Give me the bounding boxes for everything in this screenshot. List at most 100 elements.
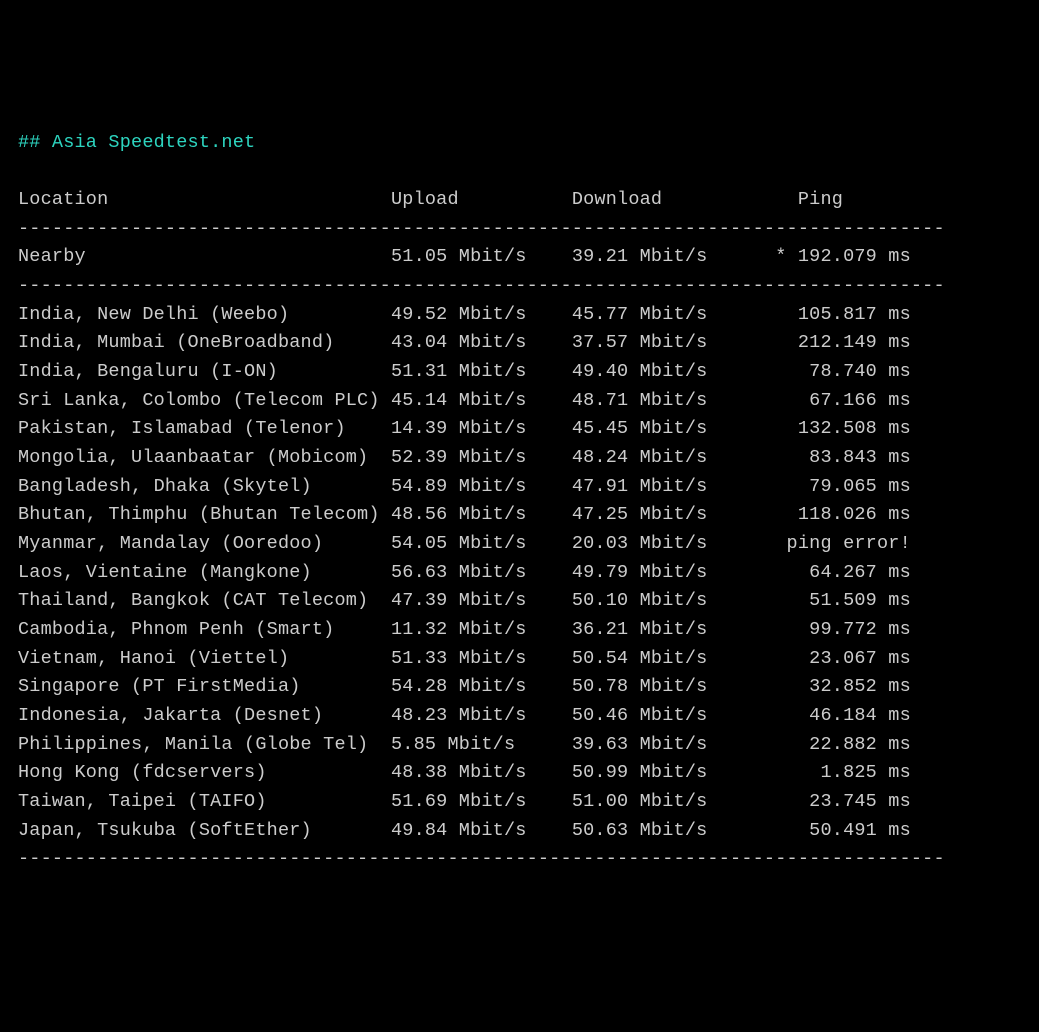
table-row: Thailand, Bangkok (CAT Telecom) 47.39 Mb… [18, 590, 911, 611]
table-row: Singapore (PT FirstMedia) 54.28 Mbit/s 5… [18, 676, 911, 697]
table-row: Sri Lanka, Colombo (Telecom PLC) 45.14 M… [18, 390, 911, 411]
row-download: 36.21 Mbit/s [572, 619, 764, 640]
row-download: 50.54 Mbit/s [572, 648, 764, 669]
row-ping: 99.772 ms [764, 619, 911, 640]
row-download: 50.10 Mbit/s [572, 590, 764, 611]
row-download: 47.91 Mbit/s [572, 476, 764, 497]
row-ping: 67.166 ms [764, 390, 911, 411]
table-row: Cambodia, Phnom Penh (Smart) 11.32 Mbit/… [18, 619, 911, 640]
row-location: Singapore (PT FirstMedia) [18, 676, 391, 697]
table-row: India, Bengaluru (I-ON) 51.31 Mbit/s 49.… [18, 361, 911, 382]
divider: ----------------------------------------… [18, 275, 945, 296]
row-ping: 132.508 ms [764, 418, 911, 439]
table-row: Myanmar, Mandalay (Ooredoo) 54.05 Mbit/s… [18, 533, 911, 554]
row-location: Mongolia, Ulaanbaatar (Mobicom) [18, 447, 391, 468]
row-upload: 49.84 Mbit/s [391, 820, 572, 841]
row-ping: 105.817 ms [764, 304, 911, 325]
row-upload: 51.69 Mbit/s [391, 791, 572, 812]
row-location: Indonesia, Jakarta (Desnet) [18, 705, 391, 726]
divider: ----------------------------------------… [18, 218, 945, 239]
row-location: Philippines, Manila (Globe Tel) [18, 734, 391, 755]
table-row: Taiwan, Taipei (TAIFO) 51.69 Mbit/s 51.0… [18, 791, 911, 812]
nearby-location: Nearby [18, 246, 391, 267]
row-ping: 23.745 ms [764, 791, 911, 812]
row-upload: 48.56 Mbit/s [391, 504, 572, 525]
table-row: Pakistan, Islamabad (Telenor) 14.39 Mbit… [18, 418, 911, 439]
row-ping: 22.882 ms [764, 734, 911, 755]
row-download: 50.63 Mbit/s [572, 820, 764, 841]
row-upload: 51.31 Mbit/s [391, 361, 572, 382]
row-upload: 51.33 Mbit/s [391, 648, 572, 669]
row-ping: 118.026 ms [764, 504, 911, 525]
row-location: Thailand, Bangkok (CAT Telecom) [18, 590, 391, 611]
row-location: Laos, Vientaine (Mangkone) [18, 562, 391, 583]
row-upload: 14.39 Mbit/s [391, 418, 572, 439]
row-location: Japan, Tsukuba (SoftEther) [18, 820, 391, 841]
row-download: 45.77 Mbit/s [572, 304, 764, 325]
row-download: 47.25 Mbit/s [572, 504, 764, 525]
row-download: 48.24 Mbit/s [572, 447, 764, 468]
table-row: Indonesia, Jakarta (Desnet) 48.23 Mbit/s… [18, 705, 911, 726]
nearby-download: 39.21 Mbit/s [572, 246, 764, 267]
row-upload: 52.39 Mbit/s [391, 447, 572, 468]
row-upload: 45.14 Mbit/s [391, 390, 572, 411]
row-location: Pakistan, Islamabad (Telenor) [18, 418, 391, 439]
row-location: Hong Kong (fdcservers) [18, 762, 391, 783]
row-location: India, New Delhi (Weebo) [18, 304, 391, 325]
row-upload: 54.28 Mbit/s [391, 676, 572, 697]
header-upload: Upload [391, 189, 572, 210]
row-location: Taiwan, Taipei (TAIFO) [18, 791, 391, 812]
row-upload: 5.85 Mbit/s [391, 734, 572, 755]
row-download: 49.40 Mbit/s [572, 361, 764, 382]
row-download: 50.78 Mbit/s [572, 676, 764, 697]
row-location: Sri Lanka, Colombo (Telecom PLC) [18, 390, 391, 411]
table-row: Philippines, Manila (Globe Tel) 5.85 Mbi… [18, 734, 911, 755]
row-ping: 83.843 ms [764, 447, 911, 468]
row-download: 20.03 Mbit/s [572, 533, 764, 554]
row-upload: 48.38 Mbit/s [391, 762, 572, 783]
divider: ----------------------------------------… [18, 848, 945, 869]
row-location: Myanmar, Mandalay (Ooredoo) [18, 533, 391, 554]
table-row: Hong Kong (fdcservers) 48.38 Mbit/s 50.9… [18, 762, 911, 783]
row-ping: 50.491 ms [764, 820, 911, 841]
row-location: Bhutan, Thimphu (Bhutan Telecom) [18, 504, 391, 525]
row-location: Bangladesh, Dhaka (Skytel) [18, 476, 391, 497]
table-row: Bangladesh, Dhaka (Skytel) 54.89 Mbit/s … [18, 476, 911, 497]
row-location: Vietnam, Hanoi (Viettel) [18, 648, 391, 669]
row-upload: 54.05 Mbit/s [391, 533, 572, 554]
nearby-row: Nearby 51.05 Mbit/s 39.21 Mbit/s * 192.0… [18, 246, 911, 267]
row-ping: 78.740 ms [764, 361, 911, 382]
row-ping: 64.267 ms [764, 562, 911, 583]
row-upload: 54.89 Mbit/s [391, 476, 572, 497]
row-upload: 48.23 Mbit/s [391, 705, 572, 726]
row-upload: 47.39 Mbit/s [391, 590, 572, 611]
header-download: Download [572, 189, 764, 210]
row-download: 45.45 Mbit/s [572, 418, 764, 439]
nearby-upload: 51.05 Mbit/s [391, 246, 572, 267]
row-download: 39.63 Mbit/s [572, 734, 764, 755]
row-ping: 23.067 ms [764, 648, 911, 669]
header-location: Location [18, 189, 391, 210]
row-download: 51.00 Mbit/s [572, 791, 764, 812]
row-ping: 32.852 ms [764, 676, 911, 697]
table-row: Bhutan, Thimphu (Bhutan Telecom) 48.56 M… [18, 504, 911, 525]
row-download: 48.71 Mbit/s [572, 390, 764, 411]
row-ping: 79.065 ms [764, 476, 911, 497]
table-row: India, Mumbai (OneBroadband) 43.04 Mbit/… [18, 332, 911, 353]
row-download: 50.46 Mbit/s [572, 705, 764, 726]
row-ping: 212.149 ms [764, 332, 911, 353]
nearby-ping: * 192.079 ms [764, 246, 911, 267]
terminal-output: ## Asia Speedtest.net Location Upload Do… [18, 129, 1021, 874]
row-ping: ping error! [764, 533, 911, 554]
row-download: 49.79 Mbit/s [572, 562, 764, 583]
header-ping: Ping [764, 189, 843, 210]
table-row: Vietnam, Hanoi (Viettel) 51.33 Mbit/s 50… [18, 648, 911, 669]
row-ping: 1.825 ms [764, 762, 911, 783]
row-upload: 49.52 Mbit/s [391, 304, 572, 325]
section-title: ## Asia Speedtest.net [18, 132, 255, 153]
table-row: India, New Delhi (Weebo) 49.52 Mbit/s 45… [18, 304, 911, 325]
table-row: Mongolia, Ulaanbaatar (Mobicom) 52.39 Mb… [18, 447, 911, 468]
row-ping: 51.509 ms [764, 590, 911, 611]
row-upload: 11.32 Mbit/s [391, 619, 572, 640]
row-upload: 43.04 Mbit/s [391, 332, 572, 353]
